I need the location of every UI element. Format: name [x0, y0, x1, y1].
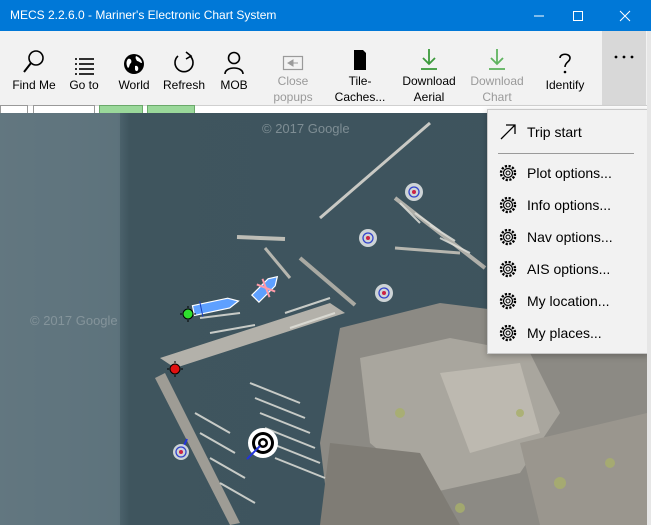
more-icon	[614, 55, 634, 59]
refresh-label: Refresh	[162, 78, 206, 92]
close-popups-icon	[282, 55, 304, 71]
question-icon	[559, 53, 571, 74]
find-me-label: Find Me	[12, 78, 56, 92]
sd-card-icon	[354, 50, 366, 70]
menu-item-label: My places...	[527, 325, 602, 341]
close-icon	[619, 10, 630, 21]
menu-item-my-places[interactable]: My places...	[488, 318, 648, 348]
mob-button[interactable]: MOB	[217, 31, 251, 105]
arrow-up-right-icon	[500, 124, 516, 140]
menu-item-label: Plot options...	[527, 165, 612, 181]
maximize-icon	[572, 10, 583, 21]
identify-label: Identify	[545, 78, 585, 92]
menu-item-nav-options[interactable]: Nav options...	[488, 222, 648, 252]
world-button[interactable]: World	[114, 31, 154, 105]
minimize-icon	[533, 15, 544, 16]
menu-item-plot-options[interactable]: Plot options...	[488, 158, 648, 188]
window-title: MECS 2.2.6.0 - Mariner's Electronic Char…	[10, 8, 277, 22]
refresh-icon	[174, 51, 194, 73]
tile-caches-label-line1: Tile-	[348, 74, 372, 88]
close-popups-label: Close popups	[273, 73, 312, 105]
download-aerial-label-line1: Download	[402, 74, 456, 88]
download-chart-button[interactable]: Download Chart	[467, 31, 527, 105]
go-to-label: Go to	[69, 78, 99, 92]
go-to-button[interactable]: Go to	[63, 31, 105, 105]
maximize-button[interactable]	[555, 0, 600, 31]
toolbar: Find Me Go to World Refresh MOB Close pop…	[0, 31, 651, 106]
download-chart-label-line1: Download	[470, 74, 524, 88]
download-chart-label-line2: Chart	[482, 90, 512, 104]
more-options-menu: Trip start Plot options... Info options.…	[487, 109, 649, 354]
menu-item-label: My location...	[527, 293, 610, 309]
title-bar: MECS 2.2.6.0 - Mariner's Electronic Char…	[0, 0, 651, 31]
menu-item-trip-start[interactable]: Trip start	[488, 117, 648, 147]
menu-item-label: Trip start	[527, 124, 582, 140]
map-watermark: © 2017 Google	[262, 121, 350, 136]
menu-item-label: Info options...	[527, 197, 612, 213]
download-aerial-button[interactable]: Download Aerial	[399, 31, 459, 105]
menu-item-label: AIS options...	[527, 261, 611, 277]
ais-target-marker[interactable]	[359, 229, 377, 247]
world-label: World	[118, 78, 150, 92]
menu-item-label: Nav options...	[527, 229, 613, 245]
download-icon	[421, 49, 437, 70]
download-icon	[489, 49, 505, 70]
find-me-button[interactable]: Find Me	[8, 31, 60, 105]
globe-icon	[124, 54, 144, 74]
tile-caches-button[interactable]: Tile- Caches...	[335, 31, 385, 105]
gear-icon	[499, 228, 517, 246]
scrollbar[interactable]	[647, 31, 651, 525]
tile-caches-label: Tile- Caches...	[335, 73, 386, 105]
close-popups-label-line1: Close	[277, 74, 309, 88]
refresh-button[interactable]: Refresh	[162, 31, 206, 105]
download-aerial-label-line2: Aerial	[413, 90, 445, 104]
gear-icon	[499, 324, 517, 342]
gear-icon	[499, 292, 517, 310]
gear-icon	[499, 260, 517, 278]
menu-item-ais-options[interactable]: AIS options...	[488, 254, 648, 284]
person-icon	[224, 51, 244, 75]
more-options-button[interactable]	[602, 31, 646, 105]
list-icon	[75, 58, 94, 75]
identify-button[interactable]: Identify	[540, 31, 590, 105]
ais-target-marker[interactable]	[405, 183, 423, 201]
close-popups-button[interactable]: Close popups	[268, 31, 318, 105]
menu-item-info-options[interactable]: Info options...	[488, 190, 648, 220]
download-aerial-label: Download Aerial	[402, 73, 455, 105]
menu-separator	[498, 153, 634, 154]
map-watermark: © 2017 Google	[30, 313, 118, 328]
search-icon	[23, 50, 44, 73]
tile-caches-label-line2: Caches...	[334, 90, 386, 104]
close-popups-label-line2: popups	[273, 90, 313, 104]
mob-label: MOB	[220, 78, 248, 92]
download-chart-label: Download Chart	[470, 73, 523, 105]
menu-item-my-location[interactable]: My location...	[488, 286, 648, 316]
close-window-button[interactable]	[602, 0, 647, 31]
gear-icon	[499, 196, 517, 214]
gear-icon	[499, 164, 517, 182]
ais-target-marker[interactable]	[375, 284, 393, 302]
